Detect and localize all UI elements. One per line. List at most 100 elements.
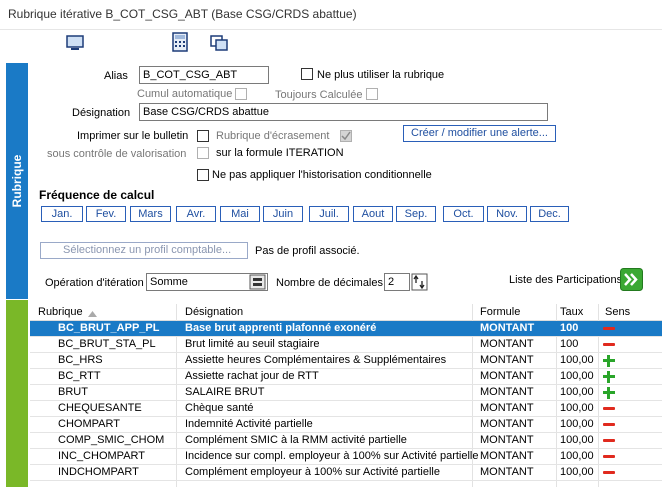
cell-rubrique: BC_BRUT_STA_PL	[58, 338, 156, 350]
table-row[interactable]: CHEQUESANTE Chèque santé MONTANT 100,00	[30, 401, 662, 417]
no-use-checkbox[interactable]	[301, 68, 313, 80]
table-row[interactable]: INC_CHOMPART Incidence sur compl. employ…	[30, 449, 662, 465]
frequence-title: Fréquence de calcul	[39, 188, 155, 202]
header-sens[interactable]: Sens	[605, 306, 630, 318]
table-row[interactable]: INDCHOMPART Complément employeur à 100% …	[30, 465, 662, 481]
header-rubrique[interactable]: Rubrique	[38, 306, 83, 318]
month-button-nov[interactable]: Nov.	[487, 206, 527, 222]
table-header: Rubrique Désignation Formule Taux Sens	[30, 304, 662, 321]
participations-label: Liste des Participations	[509, 274, 623, 286]
cell-formule: MONTANT	[480, 370, 534, 382]
cell-rubrique: INDCHOMPART	[58, 466, 139, 478]
cell-designation: Assiette rachat jour de RTT	[185, 370, 319, 382]
table-row[interactable]: BC_RTT Assiette rachat jour de RTT MONTA…	[30, 369, 662, 385]
month-button-sep[interactable]: Sep.	[396, 206, 436, 222]
cell-taux: 100,00	[560, 418, 594, 430]
valorisation-label: sous contrôle de valorisation	[47, 148, 187, 160]
cell-designation: Complément employeur à 100% sur Activité…	[185, 466, 440, 478]
rubrique-side-tab[interactable]: Rubrique	[6, 63, 28, 299]
alias-field[interactable]: B_COT_CSG_ABT	[139, 66, 269, 84]
month-button-dec[interactable]: Dec.	[530, 206, 569, 222]
monitor-icon[interactable]	[65, 33, 85, 53]
cell-rubrique: COMP_SMIC_CHOM	[58, 434, 165, 446]
cell-rubrique: BC_RTT	[58, 370, 101, 382]
operation-label: Opération d'itération	[45, 277, 144, 289]
cell-formule: MONTANT	[480, 402, 534, 414]
cell-formule: MONTANT	[480, 338, 534, 350]
cell-taux: 100	[560, 322, 579, 334]
ecrasement-label: Rubrique d'écrasement	[216, 130, 330, 142]
histo-label: Ne pas appliquer l'historisation conditi…	[212, 169, 432, 181]
month-button-juil[interactable]: Juil.	[309, 206, 349, 222]
cumul-checkbox[interactable]	[235, 88, 247, 100]
toujours-checkbox[interactable]	[366, 88, 378, 100]
month-button-mars[interactable]: Mars	[130, 206, 171, 222]
cell-taux: 100,00	[560, 370, 594, 382]
participations-side-tab[interactable]	[6, 300, 28, 487]
cumul-label: Cumul automatique	[137, 88, 233, 100]
table-row[interactable]: BC_BRUT_STA_PL Brut limité au seuil stag…	[30, 337, 662, 353]
month-button-jan[interactable]: Jan.	[41, 206, 83, 222]
header-designation[interactable]: Désignation	[185, 306, 243, 318]
month-button-fev[interactable]: Fev.	[86, 206, 126, 222]
cell-rubrique: INC_CHOMPART	[58, 450, 145, 462]
cell-taux: 100,00	[560, 466, 594, 478]
cell-formule: MONTANT	[480, 450, 534, 462]
table-row[interactable]: COMP_SMIC_CHOM Complément SMIC à la RMM …	[30, 433, 662, 449]
table-row[interactable]: CHOMPART Indemnité Activité partielle MO…	[30, 417, 662, 433]
decimales-field[interactable]: 2	[384, 273, 410, 291]
table-row[interactable]: BC_HRS Assiette heures Complémentaires &…	[30, 353, 662, 369]
cell-designation: Assiette heures Complémentaires & Supplé…	[185, 354, 447, 366]
cell-designation: Chèque santé	[185, 402, 254, 414]
decimales-spinner-icon[interactable]	[411, 273, 428, 291]
month-button-avr[interactable]: Avr.	[176, 206, 216, 222]
cell-formule: MONTANT	[480, 466, 534, 478]
month-button-oct[interactable]: Oct.	[443, 206, 484, 222]
plus-icon	[602, 386, 616, 400]
month-button-aout[interactable]: Aout	[353, 206, 393, 222]
window-titlebar: Rubrique itérative B_COT_CSG_ABT (Base C…	[0, 0, 662, 30]
cell-rubrique: CHOMPART	[58, 418, 120, 430]
cell-rubrique: BRUT	[58, 386, 88, 398]
cell-rubrique: BC_HRS	[58, 354, 103, 366]
minus-icon	[602, 434, 616, 448]
cell-designation: Brut limité au seuil stagiaire	[185, 338, 320, 350]
plus-icon	[602, 370, 616, 384]
ecrasement-lock-checkbox[interactable]	[340, 130, 352, 142]
minus-icon	[602, 466, 616, 480]
table-row[interactable]: BRUT SALAIRE BRUT MONTANT 100,00	[30, 385, 662, 401]
operation-select-icon[interactable]	[249, 274, 266, 290]
calculator-icon[interactable]	[170, 32, 190, 52]
cell-designation: SALAIRE BRUT	[185, 386, 265, 398]
cell-rubrique: CHEQUESANTE	[58, 402, 142, 414]
sort-asc-icon	[88, 308, 97, 320]
windows-icon[interactable]	[209, 33, 229, 53]
cell-designation: Indemnité Activité partielle	[185, 418, 313, 430]
cell-taux: 100,00	[560, 450, 594, 462]
formule-iter-checkbox[interactable]	[197, 147, 209, 159]
minus-icon	[602, 402, 616, 416]
cell-taux: 100,00	[560, 386, 594, 398]
alerte-button[interactable]: Créer / modifier une alerte...	[403, 125, 556, 142]
table-row[interactable]: BC_BRUT_APP_PL Base brut apprenti plafon…	[30, 321, 662, 337]
minus-icon	[602, 322, 616, 336]
header-taux[interactable]: Taux	[560, 306, 583, 318]
month-button-juin[interactable]: Juin	[263, 206, 303, 222]
minus-icon	[602, 450, 616, 464]
header-formule[interactable]: Formule	[480, 306, 520, 318]
designation-field[interactable]: Base CSG/CRDS abattue	[139, 103, 548, 121]
cell-rubrique: BC_BRUT_APP_PL	[58, 322, 160, 334]
month-button-mai[interactable]: Mai	[220, 206, 260, 222]
profil-button[interactable]: Sélectionnez un profil comptable...	[40, 242, 248, 259]
cell-formule: MONTANT	[480, 354, 534, 366]
histo-checkbox[interactable]	[197, 169, 209, 181]
cell-formule: MONTANT	[480, 434, 534, 446]
ecrasement-checkbox[interactable]	[197, 130, 209, 142]
formule-iter-label: sur la formule ITERATION	[216, 147, 344, 159]
rubrique-side-tab-label: Rubrique	[10, 154, 24, 208]
cell-taux: 100,00	[560, 354, 594, 366]
cell-taux: 100	[560, 338, 579, 350]
participations-arrow-icon[interactable]	[620, 268, 643, 291]
cell-designation: Base brut apprenti plafonné exonéré	[185, 322, 377, 334]
designation-label: Désignation	[72, 107, 131, 119]
